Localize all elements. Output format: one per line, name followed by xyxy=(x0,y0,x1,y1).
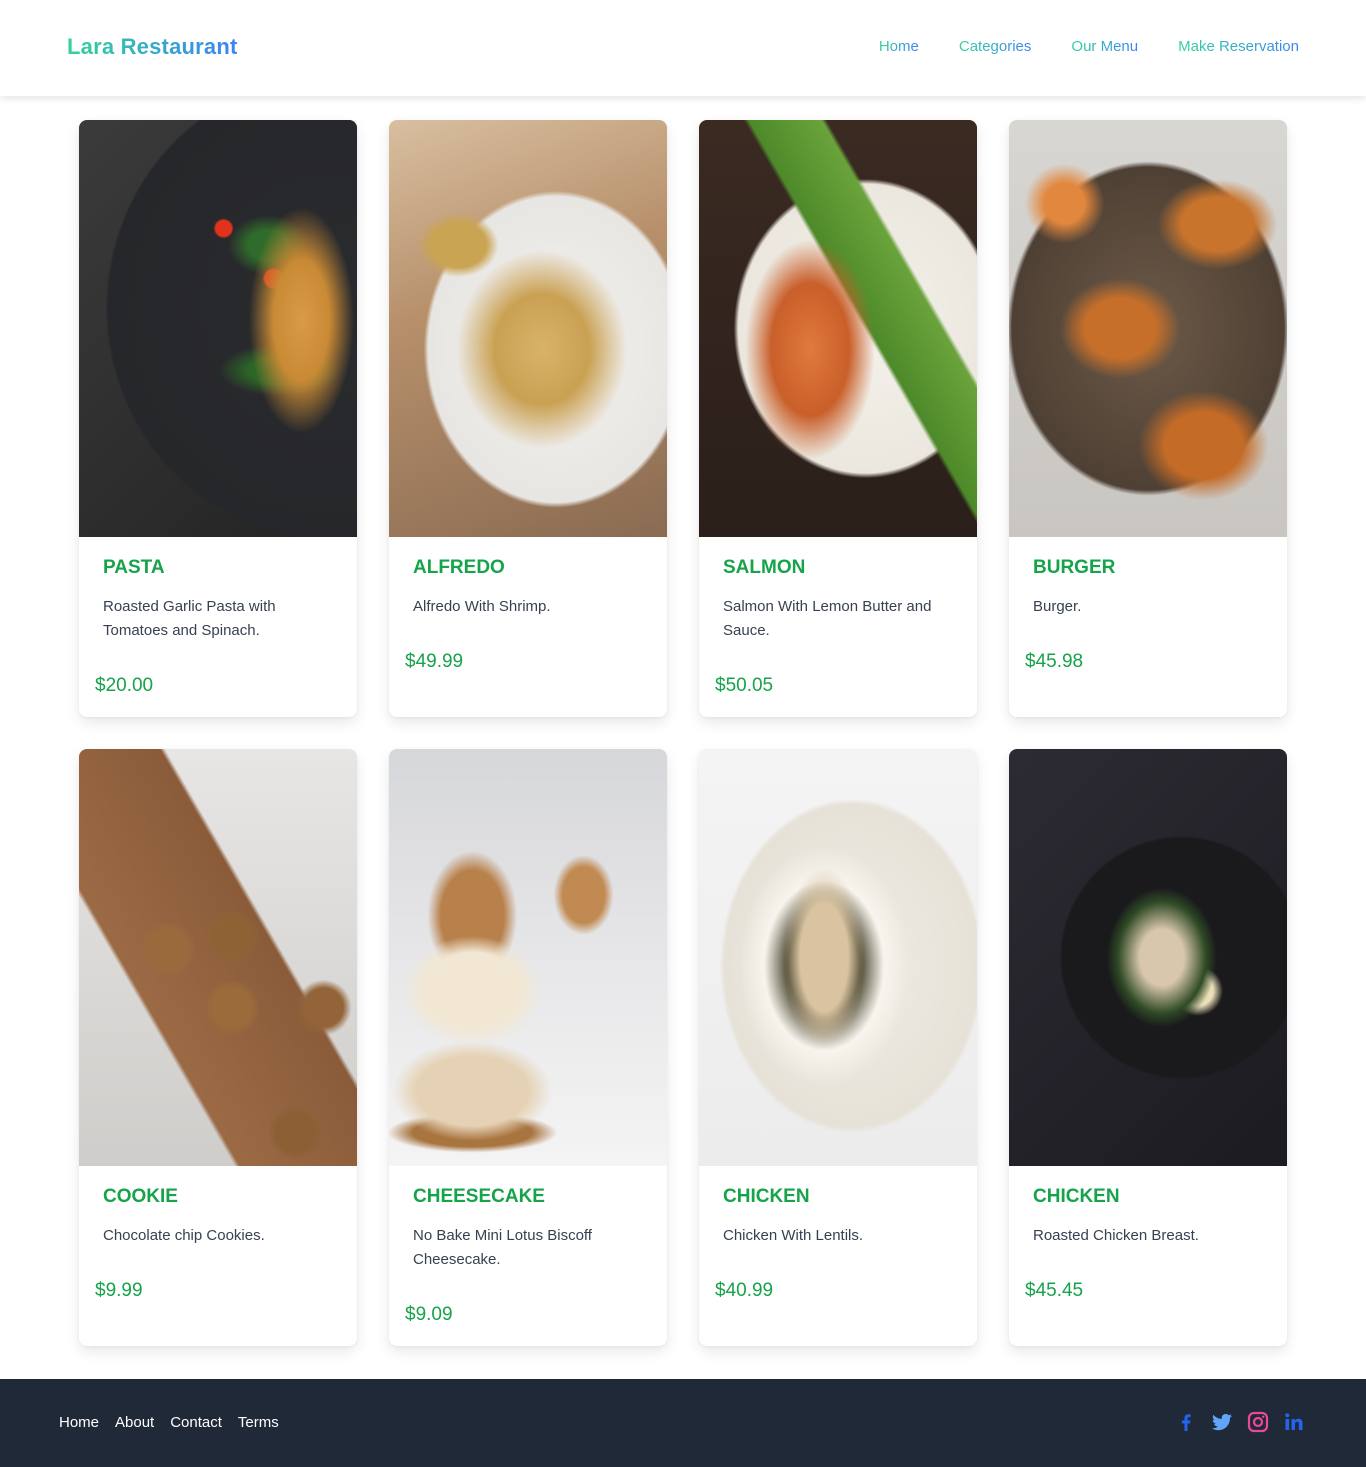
card-body: PASTA Roasted Garlic Pasta with Tomatoes… xyxy=(79,537,357,717)
menu-card[interactable]: BURGER Burger. $45.98 xyxy=(1009,120,1287,717)
card-price: $45.45 xyxy=(1025,1280,1084,1301)
card-price: $49.99 xyxy=(405,651,464,672)
card-body: ALFREDO Alfredo With Shrimp. $49.99 xyxy=(389,537,667,717)
roasted-chicken-photo xyxy=(1009,749,1287,1166)
card-price: $20.00 xyxy=(95,675,154,696)
card-description: Salmon With Lemon Butter and Sauce. xyxy=(723,598,932,639)
nav-our-menu[interactable]: Our Menu xyxy=(1071,38,1138,55)
social-links xyxy=(1174,1410,1306,1434)
nav-home[interactable]: Home xyxy=(879,38,919,55)
card-title: SALMON xyxy=(723,557,806,578)
alfredo-photo xyxy=(389,120,667,537)
instagram-link[interactable] xyxy=(1246,1410,1270,1434)
menu-card[interactable]: CHICKEN Chicken With Lentils. $40.99 xyxy=(699,749,977,1346)
menu-card[interactable]: PASTA Roasted Garlic Pasta with Tomatoes… xyxy=(79,120,357,717)
card-description: Chocolate chip Cookies. xyxy=(103,1227,265,1244)
card-body: COOKIE Chocolate chip Cookies. $9.99 xyxy=(79,1166,357,1346)
card-body: CHICKEN Roasted Chicken Breast. $45.45 xyxy=(1009,1166,1287,1346)
card-title: CHICKEN xyxy=(1033,1186,1120,1207)
site-footer: Home About Contact Terms xyxy=(0,1379,1366,1467)
card-description: Alfredo With Shrimp. xyxy=(413,598,551,615)
facebook-link[interactable] xyxy=(1174,1410,1198,1434)
nav-make-reservation[interactable]: Make Reservation xyxy=(1178,38,1299,55)
site-header: Lara Restaurant Home Categories Our Menu… xyxy=(0,0,1366,96)
card-description: Burger. xyxy=(1033,598,1082,615)
footer-link-contact[interactable]: Contact xyxy=(170,1414,222,1431)
card-body: CHEESECAKE No Bake Mini Lotus Biscoff Ch… xyxy=(389,1166,667,1346)
menu-card[interactable]: CHICKEN Roasted Chicken Breast. $45.45 xyxy=(1009,749,1287,1346)
card-body: SALMON Salmon With Lemon Butter and Sauc… xyxy=(699,537,977,717)
nav-categories[interactable]: Categories xyxy=(959,38,1032,55)
instagram-icon xyxy=(1247,1411,1269,1433)
menu-card[interactable]: SALMON Salmon With Lemon Butter and Sauc… xyxy=(699,120,977,717)
card-body: CHICKEN Chicken With Lentils. $40.99 xyxy=(699,1166,977,1346)
pasta-photo xyxy=(79,120,357,537)
facebook-icon xyxy=(1181,1414,1191,1431)
card-description: Roasted Garlic Pasta with Tomatoes and S… xyxy=(103,598,276,639)
cheesecake-photo xyxy=(389,749,667,1166)
burger-photo xyxy=(1009,120,1287,537)
card-title: ALFREDO xyxy=(413,557,505,578)
card-description: No Bake Mini Lotus Biscoff Cheesecake. xyxy=(413,1227,592,1268)
footer-nav: Home About Contact Terms xyxy=(59,1414,279,1431)
card-price: $9.99 xyxy=(95,1280,143,1301)
salmon-photo xyxy=(699,120,977,537)
linkedin-icon xyxy=(1285,1413,1303,1430)
chicken-lentils-photo xyxy=(699,749,977,1166)
card-title: BURGER xyxy=(1033,557,1116,578)
footer-link-about[interactable]: About xyxy=(115,1414,154,1431)
logo-link[interactable]: Lara Restaurant xyxy=(67,34,238,60)
menu-card[interactable]: CHEESECAKE No Bake Mini Lotus Biscoff Ch… xyxy=(389,749,667,1346)
twitter-link[interactable] xyxy=(1210,1410,1234,1434)
menu-card[interactable]: ALFREDO Alfredo With Shrimp. $49.99 xyxy=(389,120,667,717)
footer-link-home[interactable]: Home xyxy=(59,1414,99,1431)
linkedin-link[interactable] xyxy=(1282,1410,1306,1434)
card-title: CHEESECAKE xyxy=(413,1186,545,1207)
card-price: $50.05 xyxy=(715,675,774,696)
cookie-photo xyxy=(79,749,357,1166)
card-price: $40.99 xyxy=(715,1280,774,1301)
twitter-icon xyxy=(1212,1413,1232,1431)
main-nav: Home Categories Our Menu Make Reservatio… xyxy=(879,38,1299,55)
card-price: $45.98 xyxy=(1025,651,1084,672)
card-description: Chicken With Lentils. xyxy=(723,1227,864,1244)
card-price: $9.09 xyxy=(405,1304,453,1325)
card-body: BURGER Burger. $45.98 xyxy=(1009,537,1287,717)
card-title: COOKIE xyxy=(103,1186,178,1207)
footer-link-terms[interactable]: Terms xyxy=(238,1414,279,1431)
menu-grid: PASTA Roasted Garlic Pasta with Tomatoes… xyxy=(79,120,1287,1346)
card-title: CHICKEN xyxy=(723,1186,810,1207)
card-title: PASTA xyxy=(103,557,165,578)
card-description: Roasted Chicken Breast. xyxy=(1033,1227,1199,1244)
menu-card[interactable]: COOKIE Chocolate chip Cookies. $9.99 xyxy=(79,749,357,1346)
